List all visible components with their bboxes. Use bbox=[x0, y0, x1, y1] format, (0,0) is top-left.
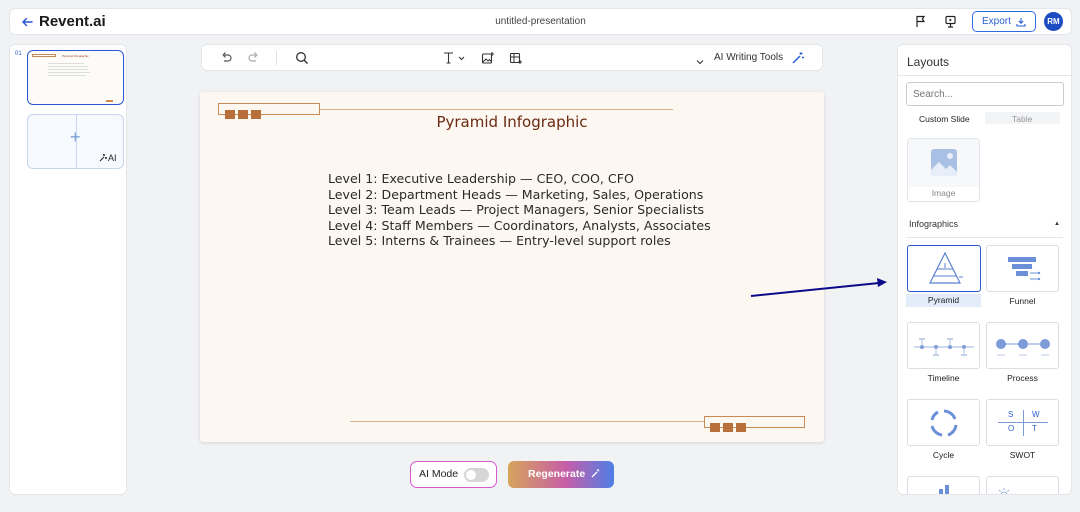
layout-card-timeline[interactable] bbox=[907, 322, 980, 369]
layouts-panel: Layouts Custom Slide Table Image Infogra… bbox=[897, 44, 1072, 495]
layout-card-pyramid[interactable] bbox=[907, 245, 981, 292]
flag-icon[interactable] bbox=[914, 15, 927, 28]
swot-divider bbox=[1023, 410, 1024, 436]
slide-title[interactable]: Pyramid Infographic bbox=[200, 113, 824, 131]
thumb-line bbox=[48, 69, 88, 70]
swot-letter: S bbox=[1008, 410, 1014, 419]
layout-label-cycle: Cycle bbox=[932, 450, 955, 460]
ai-mode-label: AI Mode bbox=[419, 468, 459, 480]
decoration-square bbox=[723, 423, 733, 432]
slide-text-line: Level 4: Staff Members — Coordinators, A… bbox=[328, 217, 711, 233]
zoom-search-icon[interactable] bbox=[295, 51, 309, 65]
user-avatar[interactable]: RM bbox=[1044, 12, 1063, 31]
swot-letter: T bbox=[1032, 424, 1037, 433]
magic-wand-icon bbox=[591, 469, 600, 478]
slide-text-line: Level 3: Team Leads — Project Managers, … bbox=[328, 202, 705, 218]
insert-image-icon[interactable] bbox=[481, 51, 495, 65]
layout-label-process: Process bbox=[1007, 373, 1038, 383]
timeline-icon bbox=[914, 338, 974, 356]
slide-text-line: Level 2: Department Heads — Marketing, S… bbox=[328, 186, 704, 202]
layout-card-swot[interactable]: S W O T bbox=[986, 399, 1059, 446]
swot-letter: W bbox=[1032, 410, 1040, 419]
download-icon bbox=[1016, 18, 1026, 27]
layout-label-funnel: Funnel bbox=[1009, 296, 1036, 306]
plus-icon: + bbox=[70, 127, 81, 147]
slide-text-line: Level 1: Executive Leadership — CEO, COO… bbox=[328, 171, 634, 186]
layout-card-more[interactable] bbox=[986, 476, 1059, 494]
swot-letter: O bbox=[1008, 424, 1015, 433]
ai-sparkle-label: AI bbox=[99, 153, 117, 163]
slide-body-text[interactable]: Level 1: Executive Leadership — CEO, COO… bbox=[328, 171, 711, 249]
toolbar-divider bbox=[276, 51, 277, 65]
layout-card-cycle[interactable] bbox=[907, 399, 980, 446]
ai-mode-toggle-container[interactable]: AI Mode bbox=[410, 461, 497, 488]
insert-table-icon[interactable] bbox=[509, 51, 523, 65]
thumb-line bbox=[48, 72, 90, 73]
bar-chart-icon bbox=[945, 485, 949, 494]
image-layout-label: Image bbox=[931, 188, 956, 198]
thumb-line bbox=[48, 75, 86, 76]
process-icon bbox=[996, 339, 1050, 356]
layout-card-process[interactable] bbox=[986, 322, 1059, 369]
layouts-heading: Layouts bbox=[907, 55, 950, 69]
layout-card-chart[interactable] bbox=[907, 476, 980, 494]
document-title[interactable]: untitled-presentation bbox=[10, 16, 1071, 27]
thumb-deco bbox=[106, 100, 113, 102]
export-button[interactable]: Export bbox=[972, 11, 1036, 32]
layout-search-input[interactable] bbox=[906, 82, 1064, 106]
divider bbox=[898, 75, 1071, 76]
layout-label-swot: SWOT bbox=[1009, 450, 1036, 460]
tab-table[interactable]: Table bbox=[1012, 114, 1032, 124]
chevron-down-icon[interactable] bbox=[696, 53, 704, 71]
tab-custom-slide[interactable]: Custom Slide bbox=[919, 114, 970, 124]
slide-number: 01 bbox=[15, 51, 22, 57]
editor-toolbar: AI Writing Tools bbox=[201, 44, 823, 71]
ai-label: AI bbox=[108, 153, 117, 163]
layout-label-timeline: Timeline bbox=[927, 373, 960, 383]
thumb-title: Pyramid Infographic bbox=[62, 54, 89, 58]
decoration-square bbox=[710, 423, 720, 432]
image-icon bbox=[931, 149, 957, 176]
title-decoration-line bbox=[320, 109, 673, 110]
magic-wand-icon[interactable] bbox=[791, 51, 805, 65]
footer-decoration-line bbox=[350, 421, 704, 422]
text-format-icon[interactable] bbox=[442, 51, 468, 65]
funnel-icon bbox=[1008, 257, 1041, 281]
redo-icon[interactable] bbox=[247, 51, 261, 65]
sun-bar-icon bbox=[998, 488, 1010, 494]
slide-thumbnails-panel: 01 Pyramid Infographic + AI bbox=[9, 44, 127, 495]
decoration-square bbox=[736, 423, 746, 432]
infographics-section-title[interactable]: Infographics bbox=[909, 219, 958, 229]
sparkle-icon bbox=[99, 154, 107, 162]
pyramid-icon bbox=[929, 251, 963, 284]
layout-card-funnel[interactable] bbox=[986, 245, 1059, 292]
add-slide-ai-button[interactable]: + AI bbox=[27, 114, 124, 169]
divider bbox=[906, 237, 1063, 238]
top-bar: Revent.ai untitled-presentation Export R… bbox=[9, 8, 1072, 35]
thumb-line bbox=[48, 66, 88, 67]
present-icon[interactable] bbox=[944, 15, 957, 28]
regenerate-label: Regenerate bbox=[528, 468, 586, 480]
undo-icon[interactable] bbox=[219, 51, 233, 65]
thumb-deco bbox=[32, 54, 56, 57]
ai-writing-tools-button[interactable]: AI Writing Tools bbox=[714, 52, 783, 63]
thumb-line bbox=[48, 63, 84, 64]
ai-mode-toggle[interactable] bbox=[464, 468, 489, 482]
collapse-caret-icon[interactable]: ▲ bbox=[1054, 221, 1060, 227]
slide-text-line: Level 5: Interns & Trainees — Entry-leve… bbox=[328, 233, 671, 249]
layout-label-pyramid: Pyramid bbox=[906, 294, 981, 307]
bar-chart-icon bbox=[939, 489, 943, 494]
export-label: Export bbox=[982, 16, 1011, 27]
slide-canvas[interactable]: Pyramid Infographic Level 1: Executive L… bbox=[200, 92, 824, 442]
regenerate-button[interactable]: Regenerate bbox=[508, 461, 614, 488]
slide-thumbnail-1[interactable]: Pyramid Infographic bbox=[27, 50, 124, 105]
layout-card-image[interactable]: Image bbox=[907, 138, 980, 202]
cycle-icon bbox=[930, 409, 958, 437]
swot-divider bbox=[998, 422, 1048, 423]
